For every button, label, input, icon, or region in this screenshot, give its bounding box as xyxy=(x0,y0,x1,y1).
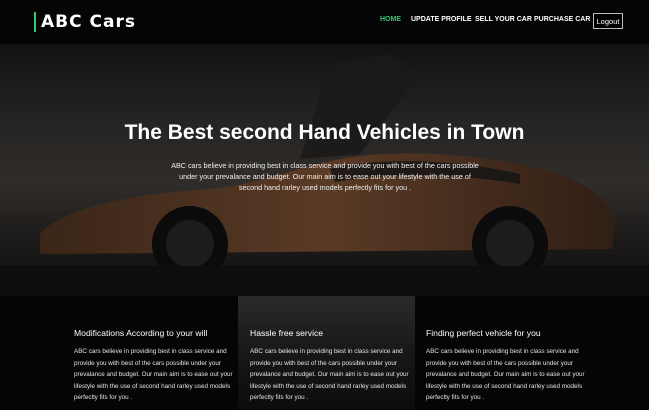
feature-text: ABC cars believe in providing best in cl… xyxy=(250,348,409,401)
logout-button[interactable]: Logout xyxy=(593,13,623,29)
hero-description: ABC cars believe in providing best in cl… xyxy=(171,161,479,192)
hero-banner: The Best second Hand Vehicles in Town AB… xyxy=(0,44,649,296)
brand-logo[interactable]: ABC Cars xyxy=(34,12,136,32)
feature-title: Hassle free service xyxy=(250,328,324,338)
feature-title: Modifications According to your will xyxy=(74,328,208,338)
feature-card-hassle-free: Hassle free service ABC cars believe in … xyxy=(238,296,415,410)
feature-text: ABC cars believe in providing best in cl… xyxy=(74,348,233,401)
navbar: ABC Cars HOME UPDATE PROFILE SELL YOUR C… xyxy=(0,0,649,44)
features-section: Modifications According to your will ABC… xyxy=(0,296,649,410)
feature-title: Finding perfect vehicle for you xyxy=(426,328,541,338)
nav-sell-your-car[interactable]: SELL YOUR CAR xyxy=(475,15,532,25)
feature-card-modifications: Modifications According to your will ABC… xyxy=(0,296,238,410)
hero-title: The Best second Hand Vehicles in Town xyxy=(124,121,525,144)
nav-home[interactable]: HOME xyxy=(380,15,401,25)
nav-update-profile[interactable]: UPDATE PROFILE xyxy=(411,15,472,25)
feature-card-perfect-vehicle: Finding perfect vehicle for you ABC cars… xyxy=(415,296,649,410)
nav-purchase-car[interactable]: PURCHASE CAR xyxy=(534,15,590,25)
feature-text: ABC cars believe in providing best in cl… xyxy=(426,348,585,401)
